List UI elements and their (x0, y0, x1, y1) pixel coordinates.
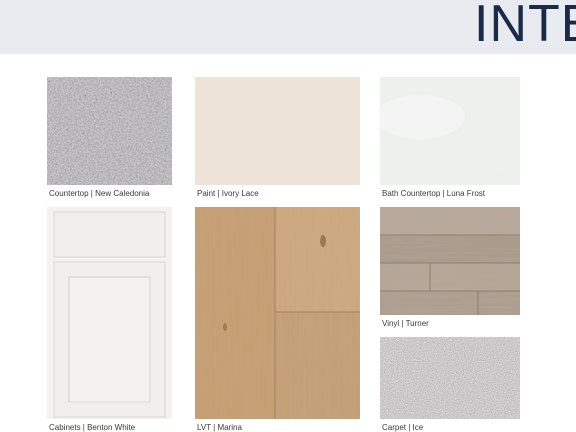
page-title: INTE (474, 0, 576, 53)
swatch-paint-ivory-lace (195, 77, 360, 185)
header-band: INTE (0, 0, 576, 54)
caption-countertop: Countertop | New Caledonia (49, 189, 150, 198)
swatch-carpet-ice (380, 337, 520, 419)
swatch-countertop-new-caledonia (47, 77, 172, 185)
swatch-bath-countertop-luna-frost (380, 77, 520, 185)
caption-lvt: LVT | Marina (197, 423, 242, 432)
carpet-texture-image (380, 337, 520, 419)
wood-plank-image (195, 207, 360, 419)
caption-carpet: Carpet | Ice (382, 423, 424, 432)
cabinet-door-image (47, 207, 172, 419)
caption-vinyl: Vinyl | Turner (382, 319, 429, 328)
swatch-lvt-marina (195, 207, 360, 419)
vinyl-plank-image (380, 207, 520, 315)
caption-paint: Paint | Ivory Lace (197, 189, 259, 198)
caption-bath-countertop: Bath Countertop | Luna Frost (382, 189, 486, 198)
swatch-cabinets-benton-white (47, 207, 172, 419)
page: INTE Countertop | New Caledonia Paint (0, 0, 576, 432)
quartz-texture-image (380, 77, 520, 185)
swatch-vinyl-turner (380, 207, 520, 315)
caption-cabinets: Cabinets | Benton White (49, 423, 136, 432)
granite-texture-image (47, 77, 172, 185)
